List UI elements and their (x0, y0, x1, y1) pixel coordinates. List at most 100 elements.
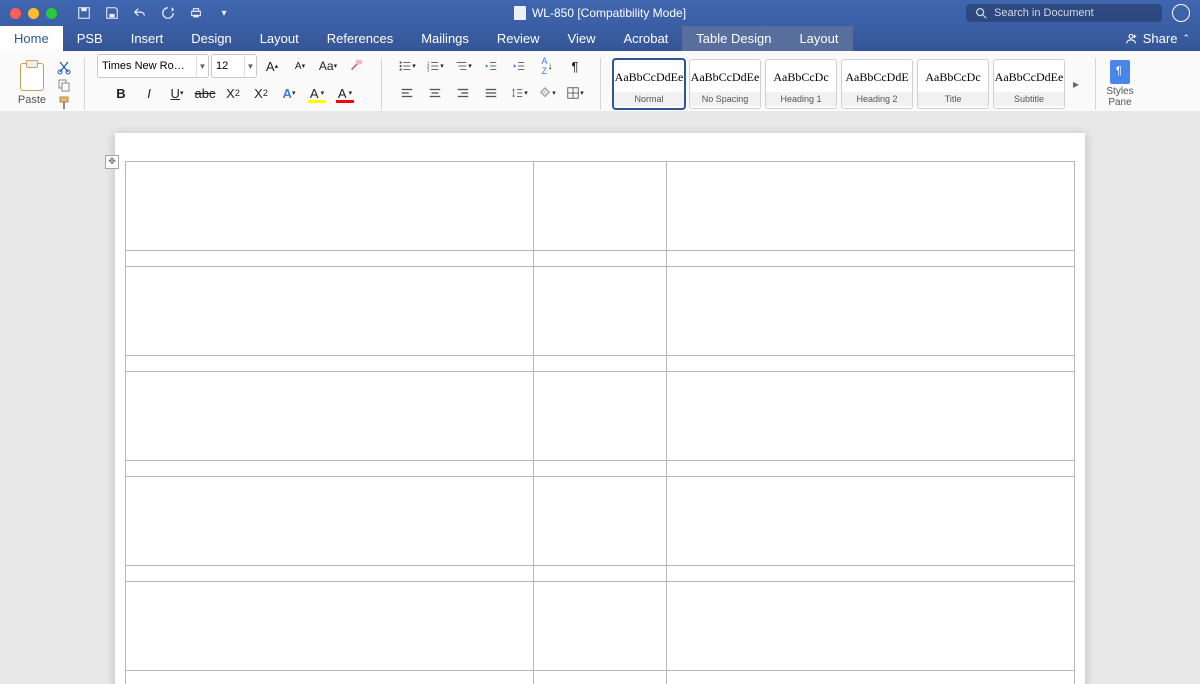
table-cell[interactable] (666, 372, 1074, 461)
borders-button[interactable]: ▾ (562, 81, 588, 105)
clear-formatting-button[interactable] (343, 54, 369, 78)
table-cell[interactable] (534, 461, 667, 477)
style-title[interactable]: AaBbCcDcTitle (917, 59, 989, 109)
table-cell[interactable] (666, 461, 1074, 477)
strikethrough-button[interactable]: abc (192, 81, 218, 105)
document-table[interactable] (125, 161, 1075, 684)
align-right-button[interactable] (450, 81, 476, 105)
print-icon[interactable] (189, 6, 203, 20)
table-row[interactable] (126, 267, 1075, 356)
table-cell[interactable] (534, 671, 667, 684)
table-row[interactable] (126, 162, 1075, 251)
table-row[interactable] (126, 372, 1075, 461)
justify-button[interactable] (478, 81, 504, 105)
style-subtitle[interactable]: AaBbCcDdEeSubtitle (993, 59, 1065, 109)
subscript-button[interactable]: X2 (220, 81, 246, 105)
tab-design[interactable]: Design (177, 26, 245, 51)
highlight-button[interactable]: A▾ (304, 81, 330, 105)
tab-acrobat[interactable]: Acrobat (609, 26, 682, 51)
font-color-button[interactable]: A▾ (332, 81, 358, 105)
styles-more-button[interactable]: ▸ (1069, 77, 1083, 91)
table-row[interactable] (126, 566, 1075, 582)
font-size-combo[interactable]: ▼ (211, 54, 257, 78)
show-marks-button[interactable]: ¶ (562, 54, 588, 78)
table-cell[interactable] (126, 162, 534, 251)
italic-button[interactable]: I (136, 81, 162, 105)
table-cell[interactable] (126, 356, 534, 372)
style-heading-2[interactable]: AaBbCcDdEHeading 2 (841, 59, 913, 109)
table-cell[interactable] (534, 582, 667, 671)
table-cell[interactable] (666, 267, 1074, 356)
underline-button[interactable]: U▾ (164, 81, 190, 105)
tab-references[interactable]: References (313, 26, 407, 51)
table-cell[interactable] (126, 461, 534, 477)
text-effects-button[interactable]: A▾ (276, 81, 302, 105)
tab-view[interactable]: View (554, 26, 610, 51)
tab-psb[interactable]: PSB (63, 26, 117, 51)
font-name-combo[interactable]: ▼ (97, 54, 209, 78)
table-cell[interactable] (126, 582, 534, 671)
table-row[interactable] (126, 461, 1075, 477)
save-icon[interactable] (105, 6, 119, 20)
multilevel-list-button[interactable]: ▾ (450, 54, 476, 78)
line-spacing-button[interactable]: ▾ (506, 81, 532, 105)
table-cell[interactable] (534, 356, 667, 372)
bullets-button[interactable]: ▾ (394, 54, 420, 78)
tab-mailings[interactable]: Mailings (407, 26, 483, 51)
decrease-indent-button[interactable] (478, 54, 504, 78)
shading-button[interactable]: ▾ (534, 81, 560, 105)
change-case-button[interactable]: Aa▾ (315, 54, 341, 78)
font-name-input[interactable] (98, 56, 196, 76)
cut-button[interactable] (56, 59, 72, 73)
style-normal[interactable]: AaBbCcDdEeNormal (613, 59, 685, 109)
table-cell[interactable] (126, 267, 534, 356)
share-button[interactable]: Share ⌃ (1114, 26, 1200, 51)
table-cell[interactable] (534, 372, 667, 461)
align-center-button[interactable] (422, 81, 448, 105)
copy-button[interactable] (56, 77, 72, 91)
table-cell[interactable] (126, 477, 534, 566)
feedback-icon[interactable] (1172, 4, 1190, 22)
styles-pane-button[interactable]: Styles Pane (1102, 54, 1138, 114)
minimize-window-button[interactable] (28, 8, 39, 19)
table-cell[interactable] (666, 566, 1074, 582)
style-heading-1[interactable]: AaBbCcDcHeading 1 (765, 59, 837, 109)
autosave-icon[interactable] (77, 6, 91, 20)
table-cell[interactable] (126, 671, 534, 684)
numbering-button[interactable]: 123▾ (422, 54, 448, 78)
increase-indent-button[interactable] (506, 54, 532, 78)
table-row[interactable] (126, 251, 1075, 267)
table-anchor-icon[interactable]: ✥ (105, 155, 119, 169)
customize-qat-icon[interactable]: ▾ (217, 6, 231, 20)
style-no-spacing[interactable]: AaBbCcDdEeNo Spacing (689, 59, 761, 109)
format-painter-button[interactable] (56, 95, 72, 109)
paste-button[interactable]: Paste (12, 63, 52, 106)
table-cell[interactable] (534, 267, 667, 356)
table-cell[interactable] (534, 566, 667, 582)
table-cell[interactable] (666, 582, 1074, 671)
tab-layout[interactable]: Layout (246, 26, 313, 51)
table-cell[interactable] (666, 251, 1074, 267)
font-size-input[interactable] (212, 56, 244, 76)
redo-icon[interactable] (161, 6, 175, 20)
chevron-down-icon[interactable]: ▼ (196, 55, 208, 77)
close-window-button[interactable] (10, 8, 21, 19)
zoom-window-button[interactable] (46, 8, 57, 19)
align-left-button[interactable] (394, 81, 420, 105)
table-cell[interactable] (126, 251, 534, 267)
table-cell[interactable] (534, 477, 667, 566)
table-row[interactable] (126, 477, 1075, 566)
tab-home[interactable]: Home (0, 26, 63, 51)
table-cell[interactable] (126, 566, 534, 582)
table-cell[interactable] (666, 671, 1074, 684)
tab-insert[interactable]: Insert (117, 26, 178, 51)
document-area[interactable]: ✥ (0, 111, 1200, 684)
table-cell[interactable] (534, 162, 667, 251)
superscript-button[interactable]: X2 (248, 81, 274, 105)
tab-layout[interactable]: Layout (785, 26, 852, 51)
table-cell[interactable] (126, 372, 534, 461)
chevron-down-icon[interactable]: ▼ (244, 55, 256, 77)
table-row[interactable] (126, 671, 1075, 684)
grow-font-button[interactable]: A▴ (259, 54, 285, 78)
undo-icon[interactable] (133, 6, 147, 20)
